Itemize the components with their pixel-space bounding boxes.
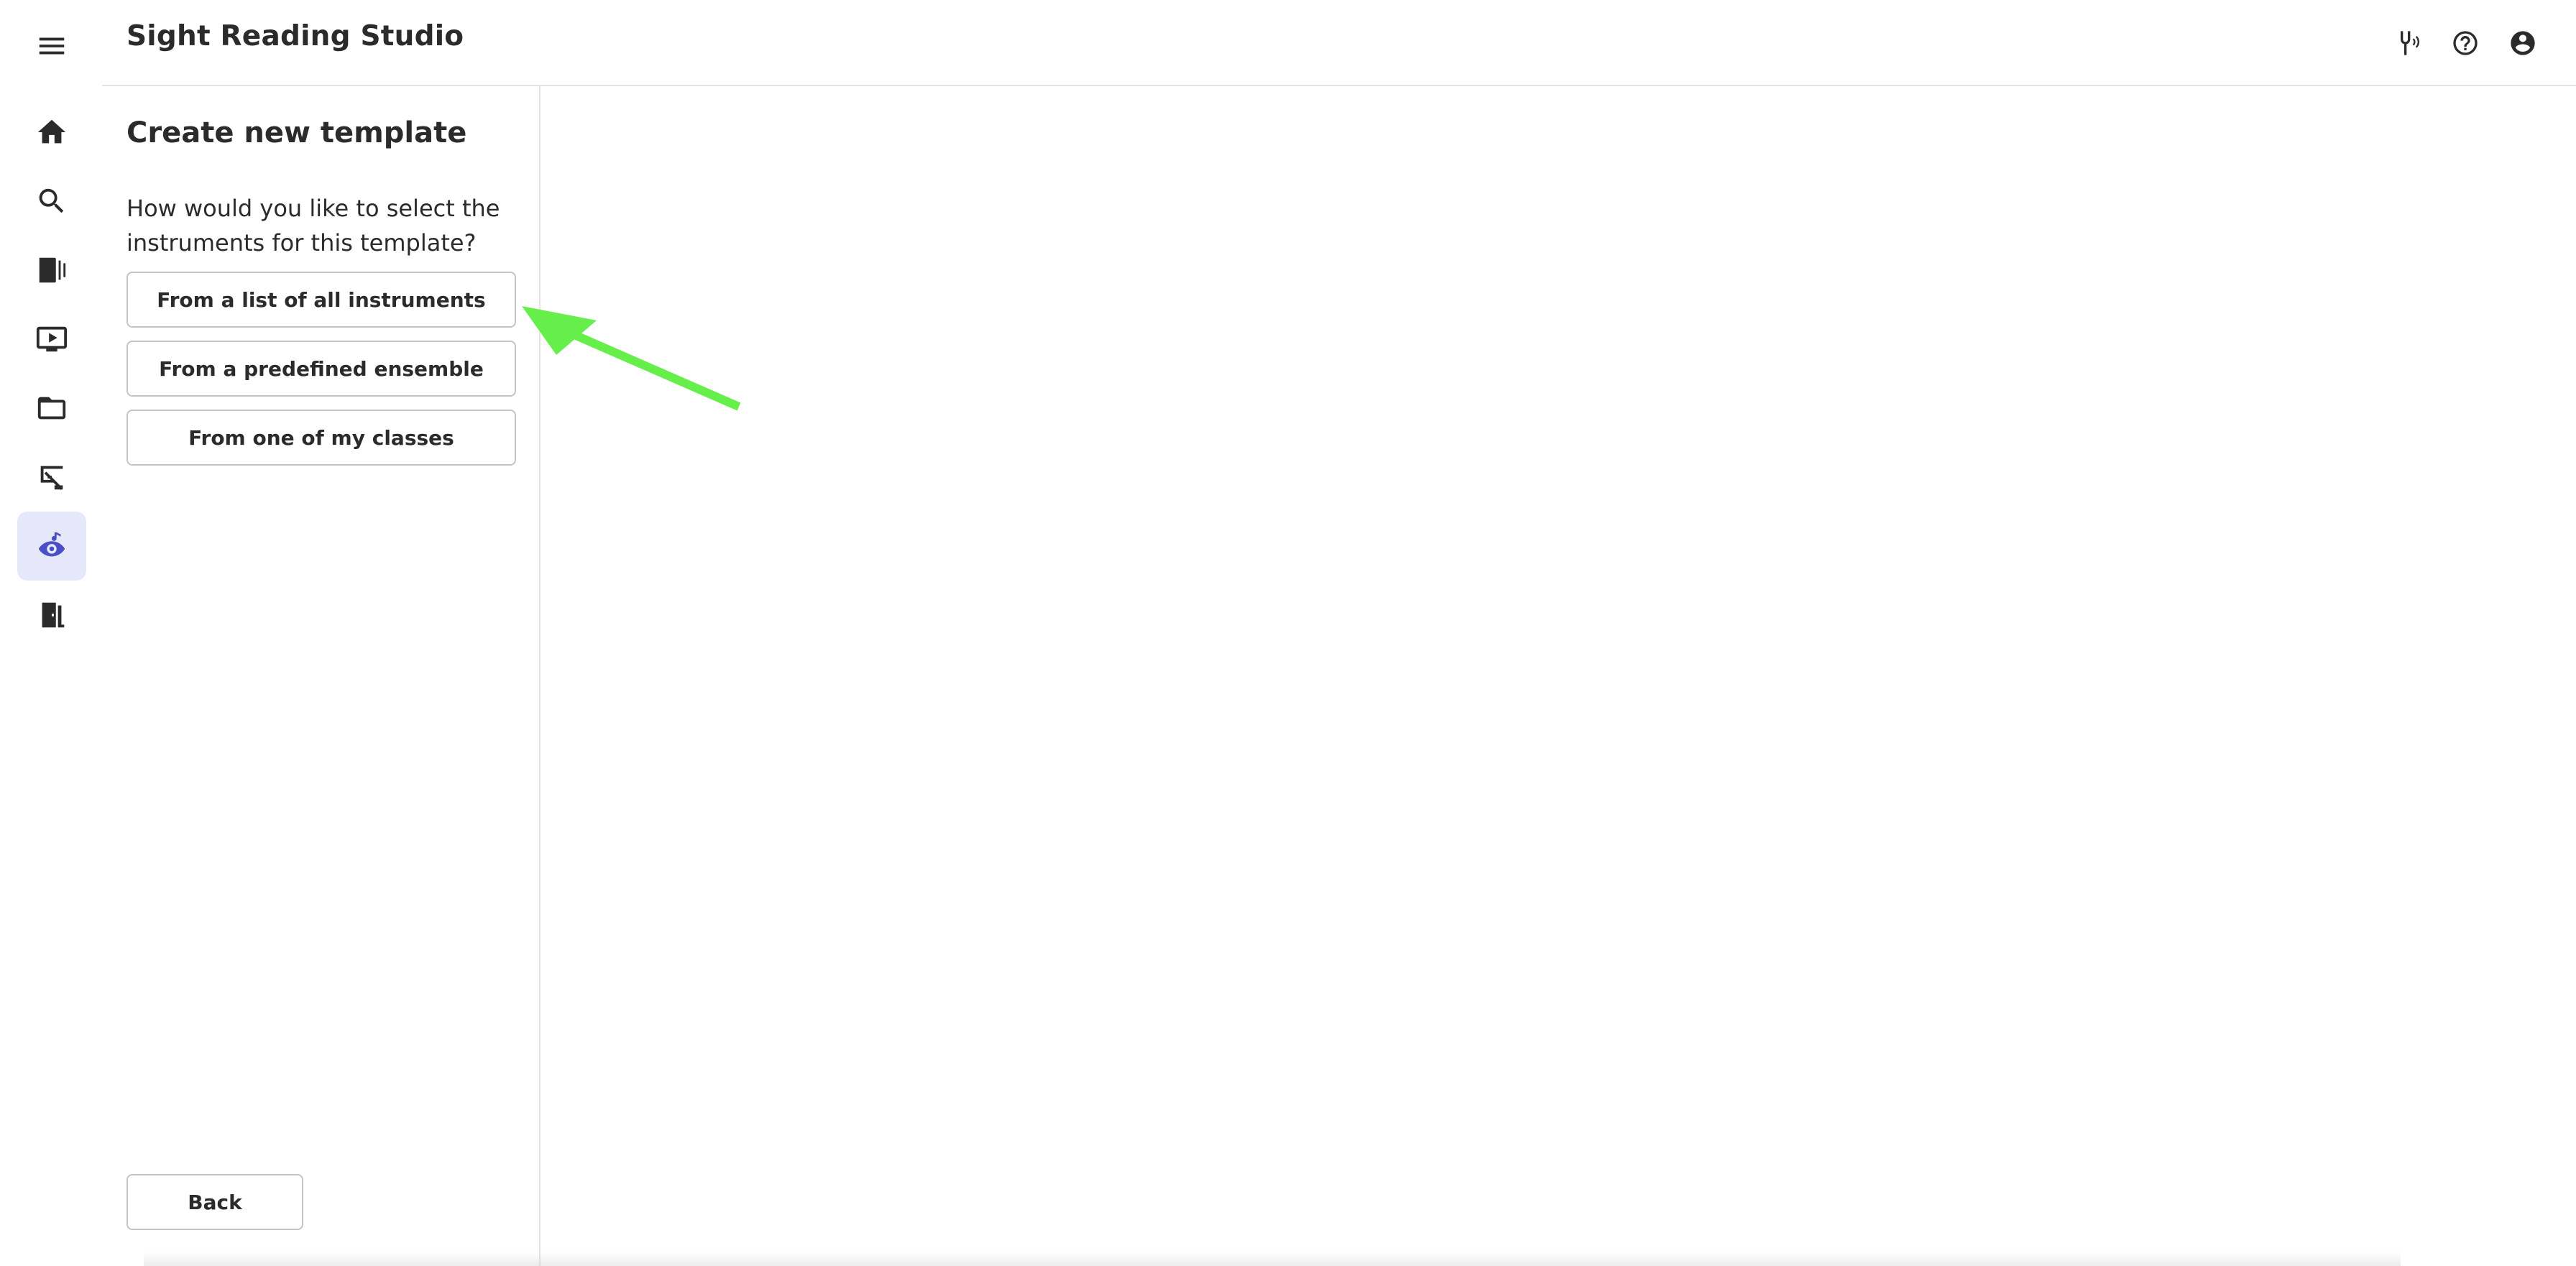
back-button[interactable]: Back bbox=[126, 1174, 303, 1230]
exit-icon bbox=[42, 602, 65, 628]
panel-title: Create new template bbox=[126, 116, 467, 149]
nav-rail bbox=[0, 0, 102, 1266]
account-icon bbox=[2511, 31, 2535, 55]
tuning-fork-icon bbox=[2400, 31, 2420, 55]
account-button[interactable] bbox=[2501, 22, 2544, 65]
nav-sight-reading[interactable] bbox=[17, 512, 86, 581]
sight-reading-icon bbox=[38, 532, 65, 557]
top-header: Sight Reading Studio bbox=[102, 0, 2576, 86]
search-icon bbox=[39, 188, 64, 213]
tuner-button[interactable] bbox=[2386, 22, 2429, 65]
library-icon bbox=[39, 257, 66, 283]
nav-folder[interactable] bbox=[17, 374, 86, 443]
nav-home[interactable] bbox=[17, 98, 86, 167]
option-my-classes-button[interactable]: From one of my classes bbox=[126, 410, 516, 466]
bottom-shadow bbox=[144, 1252, 2401, 1266]
nav-video[interactable] bbox=[17, 305, 86, 374]
menu-button[interactable] bbox=[17, 11, 86, 80]
nav-classes[interactable] bbox=[17, 443, 86, 512]
help-icon bbox=[2453, 31, 2478, 55]
nav-library[interactable] bbox=[17, 236, 86, 305]
nav-search[interactable] bbox=[17, 167, 86, 236]
menu-icon bbox=[39, 37, 65, 55]
main-content-area bbox=[540, 88, 2576, 1266]
classes-icon bbox=[40, 466, 63, 491]
nav-exit[interactable] bbox=[17, 581, 86, 650]
home-icon bbox=[37, 119, 66, 144]
app-title: Sight Reading Studio bbox=[126, 20, 464, 52]
video-icon bbox=[36, 326, 68, 352]
help-button[interactable] bbox=[2444, 22, 2487, 65]
option-all-instruments-button[interactable]: From a list of all instruments bbox=[126, 272, 516, 328]
instrument-selection-question: How would you like to select the instrum… bbox=[126, 195, 500, 257]
app-window: Sight Reading Studio Create new template… bbox=[0, 0, 2576, 1266]
folder-icon bbox=[37, 397, 66, 420]
option-predefined-ensemble-button[interactable]: From a predefined ensemble bbox=[126, 341, 516, 397]
create-template-panel: Create new template How would you like t… bbox=[102, 86, 540, 1266]
